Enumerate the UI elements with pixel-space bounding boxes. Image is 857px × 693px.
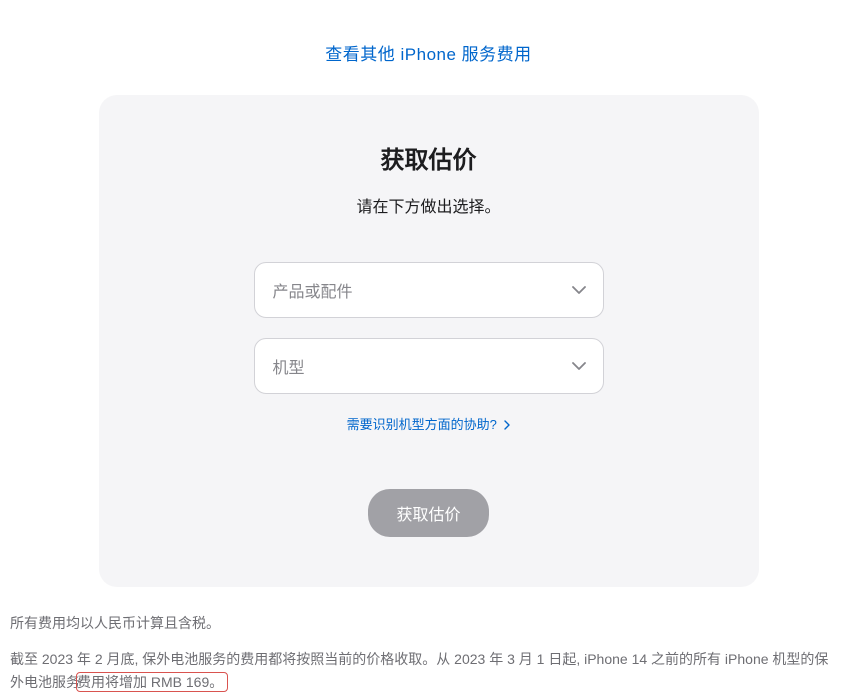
product-select[interactable]: 产品或配件 <box>254 262 604 318</box>
model-select[interactable]: 机型 <box>254 338 604 394</box>
price-increase-highlight: 费用将增加 RMB 169。 <box>76 672 228 692</box>
footer-line-2: 截至 2023 年 2 月底, 保外电池服务的费用都将按照当前的价格收取。从 2… <box>10 648 840 693</box>
estimate-card: 获取估价 请在下方做出选择。 产品或配件 机型 需要识别机型方面的协助? 获取估… <box>99 95 759 587</box>
help-link-container: 需要识别机型方面的协助? <box>139 414 719 434</box>
help-link-text: 需要识别机型方面的协助? <box>347 417 497 432</box>
footer-text: 所有费用均以人民币计算且含税。 截至 2023 年 2 月底, 保外电池服务的费… <box>10 612 840 693</box>
card-title: 获取估价 <box>139 140 719 175</box>
other-service-fees-link[interactable]: 查看其他 iPhone 服务费用 <box>325 45 531 64</box>
chevron-right-icon <box>504 418 510 433</box>
product-select-wrapper: 产品或配件 <box>254 262 604 318</box>
footer-line-1: 所有费用均以人民币计算且含税。 <box>10 612 840 634</box>
identify-model-help-link[interactable]: 需要识别机型方面的协助? <box>347 417 511 432</box>
top-link-container: 查看其他 iPhone 服务费用 <box>0 0 857 95</box>
model-select-placeholder: 机型 <box>273 354 305 378</box>
model-select-wrapper: 机型 <box>254 338 604 394</box>
card-subtitle: 请在下方做出选择。 <box>139 193 719 217</box>
product-select-placeholder: 产品或配件 <box>273 278 353 302</box>
get-estimate-button[interactable]: 获取估价 <box>368 489 488 537</box>
